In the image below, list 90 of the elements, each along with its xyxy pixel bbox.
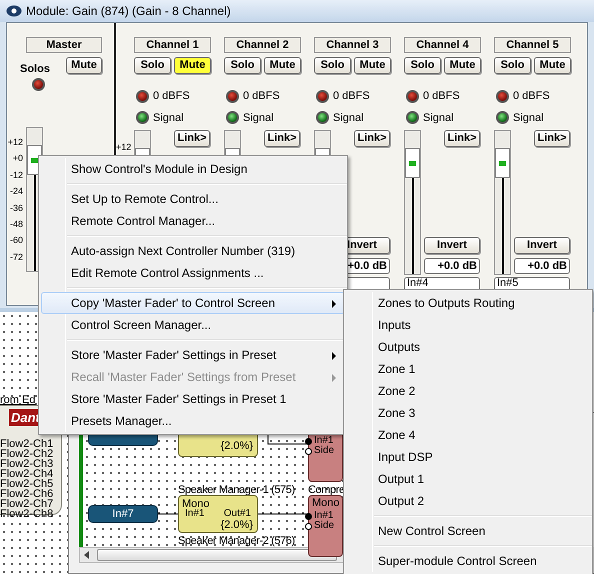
menu-item[interactable]: New Control Screen [346, 520, 590, 542]
solo-button[interactable]: Solo [224, 57, 261, 74]
mute-button[interactable]: Mute [66, 57, 102, 74]
channel-label: Flow2-Ch1 [0, 439, 54, 449]
solo-button[interactable]: Solo [314, 57, 351, 74]
solo-button[interactable]: Solo [134, 57, 171, 74]
panel-heading: rom Ed [0, 393, 36, 408]
block-value: {2.0%} [220, 441, 253, 452]
compressor-block[interactable]: Mono In#1 Side [308, 495, 343, 557]
mute-button[interactable]: Mute [354, 57, 391, 74]
mute-button[interactable]: Mute [534, 57, 571, 74]
signal-label: Signal [513, 110, 544, 126]
channel-label: Flow2-Ch7 [0, 499, 54, 509]
channel-label: Channel 2 [224, 37, 301, 53]
clip-label: 0 dBFS [153, 89, 190, 104]
menu-item[interactable]: Zone 3 [346, 402, 590, 424]
channel-label: Flow2-Ch5 [0, 479, 54, 489]
menu-item[interactable]: Output 2 [346, 490, 590, 512]
scale-label: +0 [12, 153, 23, 166]
block-value: {2.0%} [220, 520, 253, 531]
clip-label: 0 dBFS [243, 89, 280, 104]
channel-label: Flow2-Ch3 [0, 459, 54, 469]
menu-item[interactable]: Super-module Control Screen [346, 550, 590, 572]
menu-item[interactable]: Copy 'Master Fader' to Control Screen [41, 292, 345, 314]
signal-label: Signal [423, 110, 454, 126]
channel-label: Flow2-Ch6 [0, 489, 54, 499]
mute-button[interactable]: Mute [444, 57, 481, 74]
solos-label: Solos [20, 62, 50, 77]
menu-item[interactable]: Store 'Master Fader' Settings in Preset 1 [41, 388, 345, 410]
scale-label: -24 [8, 186, 23, 198]
invert-button[interactable]: Invert [424, 237, 480, 254]
scale-label: +12 [6, 137, 23, 149]
scale-label: -60 [8, 235, 23, 248]
port-label: In#1 [314, 511, 334, 521]
mute-button[interactable]: Mute [174, 57, 211, 74]
solo-button[interactable]: Solo [494, 57, 531, 74]
signal-label: Signal [153, 110, 184, 126]
input-block[interactable]: In#7 [88, 505, 158, 523]
block-caption: Compre [308, 483, 345, 498]
scale-label: -48 [8, 218, 23, 231]
port-label: Side [314, 521, 334, 531]
gain-field[interactable]: +0.0 dB [514, 258, 570, 274]
menu-item[interactable]: Show Control's Module in Design [41, 158, 345, 180]
link-button[interactable]: Link> [444, 130, 480, 147]
port-label: Side [314, 446, 334, 456]
menu-item[interactable]: Remote Control Manager... [41, 210, 345, 232]
channel-label: Channel 1 [134, 37, 211, 53]
scale-label: -12 [8, 170, 23, 182]
signal-label: Signal [243, 110, 274, 126]
channel-label: Flow2-Ch4 [0, 469, 54, 479]
link-button[interactable]: Link> [264, 130, 300, 147]
scale-label: -36 [8, 202, 23, 215]
menu-item[interactable]: Inputs [346, 314, 590, 336]
block-title: Mono [311, 497, 341, 509]
link-button[interactable]: Link> [174, 130, 210, 147]
port-label: Out#1 [224, 509, 251, 519]
port-label: In#1 [314, 436, 334, 446]
channel-label: Flow2-Ch2 [0, 449, 54, 459]
menu-item[interactable]: Zone 2 [346, 380, 590, 402]
scale-label: +12 [116, 141, 132, 154]
menu-item[interactable]: Store 'Master Fader' Settings in Preset [41, 344, 345, 366]
channel-label: Channel 5 [494, 37, 571, 53]
solo-button[interactable]: Solo [404, 57, 441, 74]
link-button[interactable]: Link> [534, 130, 570, 147]
menu-item[interactable]: Outputs [346, 336, 590, 358]
master-label: Master [26, 37, 102, 53]
channel-label: Channel 4 [404, 37, 481, 53]
clip-label: 0 dBFS [513, 89, 550, 104]
menu-item[interactable]: Zone 4 [346, 424, 590, 446]
menu-item[interactable]: Zone 1 [346, 358, 590, 380]
clip-label: 0 dBFS [423, 89, 460, 104]
menu-item[interactable]: Zones to Outputs Routing [346, 292, 590, 314]
channel-label: Channel 3 [314, 37, 391, 53]
menu-item[interactable]: Output 1 [346, 468, 590, 490]
port-label: In#1 [185, 509, 204, 519]
menu-item[interactable]: Control Screen Manager... [41, 314, 345, 336]
signal-label: Signal [333, 110, 364, 126]
window-title: Module: Gain (874) (Gain - 8 Channel) [26, 3, 231, 20]
invert-button[interactable]: Invert [514, 237, 570, 254]
mute-button[interactable]: Mute [264, 57, 301, 74]
menu-item[interactable]: Input DSP [346, 446, 590, 468]
processor-block[interactable]: Mono In#1 Out#1 {2.0%} [178, 495, 258, 533]
block-caption: Speaker Manager-2 (576) [178, 534, 295, 549]
menu-item[interactable]: Set Up to Remote Control... [41, 188, 345, 210]
link-button[interactable]: Link> [354, 130, 390, 147]
block-caption: Speaker Manager-1 (575) [178, 483, 295, 498]
gain-field[interactable]: +0.0 dB [424, 258, 480, 274]
channel-label: Flow2-Ch8 [0, 509, 54, 519]
clip-label: 0 dBFS [333, 89, 370, 104]
scale-label: -72 [8, 252, 23, 264]
